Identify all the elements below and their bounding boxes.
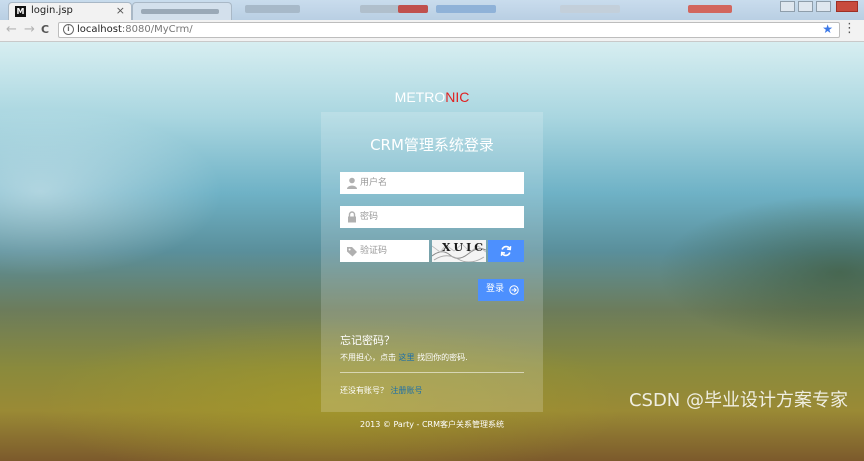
logo-prefix: METRO <box>394 89 446 105</box>
url-path: :8080/MyCrm/ <box>121 24 193 35</box>
captcha-text: XUIC <box>442 241 486 254</box>
minimize-icon[interactable] <box>780 1 795 12</box>
arrow-right-circle-icon <box>509 285 519 295</box>
url-field[interactable]: i localhost:8080/MyCrm/ ★ <box>58 22 840 38</box>
page-footer: 2013 © Party - CRM客户关系管理系统 <box>360 420 504 429</box>
captcha-input[interactable] <box>360 240 426 262</box>
blurred-tab-strip <box>560 5 620 13</box>
password-field[interactable] <box>340 206 524 228</box>
watermark: CSDN @毕业设计方案专家 <box>628 390 848 411</box>
forward-icon[interactable]: → <box>24 22 35 38</box>
browser-tab-strip: M login.jsp × <box>0 0 864 20</box>
refresh-captcha-button[interactable] <box>488 240 524 262</box>
username-input[interactable] <box>360 172 520 194</box>
favicon-icon: M <box>15 6 26 17</box>
url-host: localhost <box>77 24 122 35</box>
login-panel: CRM管理系统登录 用户名 验证码 XUIC 登录 忘记密码？ 不用担心，点击 … <box>321 112 543 412</box>
restore-icon[interactable] <box>798 1 813 12</box>
login-button[interactable]: 登录 <box>478 279 524 301</box>
reload-icon[interactable]: C <box>41 22 49 38</box>
logo-accent: NIC <box>445 89 470 105</box>
browser-tab-active[interactable]: M login.jsp × <box>8 2 132 20</box>
tab-title: login.jsp <box>31 5 73 16</box>
tag-icon <box>347 247 357 257</box>
captcha-image[interactable]: XUIC <box>432 240 486 262</box>
signup-prompt: 还没有账号？ 注册账号 <box>340 385 423 396</box>
url-text: localhost:8080/MyCrm/ <box>77 24 193 35</box>
signup-text: 还没有账号？ <box>340 386 391 395</box>
login-button-label: 登录 <box>486 284 505 294</box>
refresh-icon <box>500 245 512 257</box>
star-icon[interactable]: ★ <box>822 22 833 36</box>
blurred-tab-strip <box>436 5 496 13</box>
blurred-tab-strip <box>245 5 300 13</box>
captcha-field[interactable] <box>340 240 429 262</box>
forgot-password-text: 不用担心，点击 这里 找回你的密码. <box>340 352 468 363</box>
forgot-text-after: 找回你的密码. <box>414 353 468 362</box>
browser-tab-inactive[interactable] <box>132 2 232 20</box>
forgot-text-before: 不用担心，点击 <box>340 353 399 362</box>
address-bar: ← → C i localhost:8080/MyCrm/ ★ ⋮ <box>0 20 864 42</box>
password-input[interactable] <box>360 206 520 228</box>
lock-icon <box>348 211 356 223</box>
tab-blurred-title <box>141 9 219 14</box>
window-close-icon[interactable] <box>836 1 858 12</box>
username-field[interactable] <box>340 172 524 194</box>
register-link[interactable]: 注册账号 <box>391 386 423 395</box>
blurred-tab-strip <box>688 5 732 13</box>
info-icon[interactable]: i <box>63 24 74 35</box>
brand-logo: METRONIC <box>0 89 864 105</box>
forgot-password-title: 忘记密码？ <box>340 334 395 347</box>
divider <box>340 372 524 373</box>
login-title: CRM管理系统登录 <box>370 136 494 154</box>
back-icon[interactable]: ← <box>6 22 17 38</box>
maximize-icon[interactable] <box>816 1 831 12</box>
menu-icon[interactable]: ⋮ <box>843 22 856 36</box>
blurred-tab-strip <box>398 5 428 13</box>
recover-password-link[interactable]: 这里 <box>399 353 415 362</box>
user-icon <box>347 177 357 189</box>
tab-close-icon[interactable]: × <box>116 4 125 17</box>
